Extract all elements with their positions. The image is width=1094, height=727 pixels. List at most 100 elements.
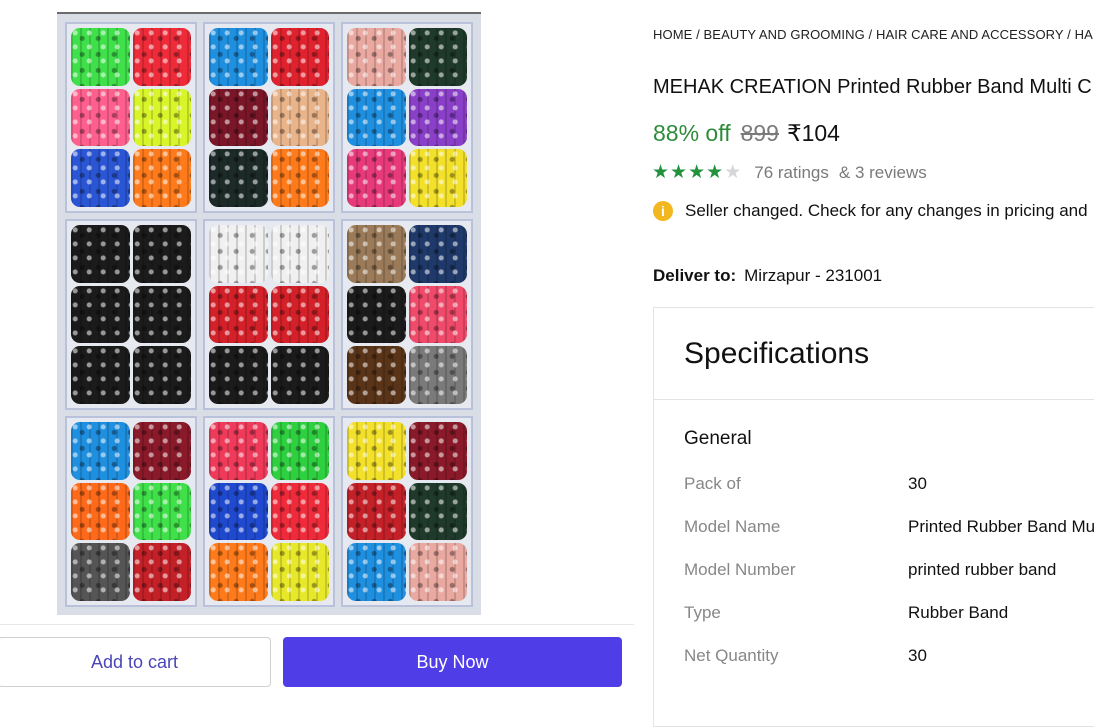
hair-band-bundle xyxy=(347,422,406,480)
spec-value: Rubber Band xyxy=(908,603,1009,622)
hair-band-bundle xyxy=(270,225,329,283)
hair-band-bundle xyxy=(132,346,191,404)
hair-band-bundle xyxy=(408,88,467,147)
hair-band-bundle xyxy=(270,422,329,480)
add-to-cart-button[interactable]: Add to cart xyxy=(0,637,271,687)
hair-band-bundle xyxy=(347,482,406,541)
hair-band-bundle xyxy=(71,285,130,344)
hair-band-bundle xyxy=(270,543,329,601)
hair-band-bundle xyxy=(209,225,268,283)
hair-band-bundle xyxy=(209,88,268,147)
hair-band-bundle xyxy=(408,482,467,541)
spec-key: Model Name xyxy=(684,517,781,536)
hair-band-bundle xyxy=(270,28,329,86)
hair-band-bundle xyxy=(347,543,406,601)
hair-band-bundle xyxy=(132,88,191,147)
hair-band-bundle xyxy=(270,285,329,344)
hair-band-bundle xyxy=(71,422,130,480)
hair-band-bundle xyxy=(209,28,268,86)
hair-band-bundle xyxy=(209,149,268,207)
notice-text: Seller changed. Check for any changes in… xyxy=(685,201,1088,220)
delivery-location[interactable]: Deliver to: Mirzapur - 231001 xyxy=(653,266,882,286)
hair-band-bundle xyxy=(132,422,191,480)
image-box xyxy=(65,219,197,410)
image-box xyxy=(341,22,473,213)
hair-band-bundle xyxy=(71,543,130,601)
hair-band-bundle xyxy=(408,346,467,404)
star-filled-icon: ★ xyxy=(670,162,689,183)
hair-band-bundle xyxy=(408,225,467,283)
hair-band-bundle xyxy=(71,149,130,207)
hair-band-bundle xyxy=(132,225,191,283)
selling-price: ₹104 xyxy=(786,120,840,146)
product-image-tray xyxy=(65,22,473,607)
hair-band-bundle xyxy=(71,482,130,541)
hair-band-bundle xyxy=(209,285,268,344)
star-filled-icon: ★ xyxy=(706,162,725,183)
buy-now-button[interactable]: Buy Now xyxy=(283,637,622,687)
deliver-pincode[interactable]: Mirzapur - 231001 xyxy=(744,266,882,285)
hair-band-bundle xyxy=(408,285,467,344)
hair-band-bundle xyxy=(270,346,329,404)
hair-band-bundle xyxy=(270,149,329,207)
image-box xyxy=(341,219,473,410)
rating-stars: ★★★★★ xyxy=(652,161,742,184)
hair-band-bundle xyxy=(71,346,130,404)
hair-band-bundle xyxy=(347,346,406,404)
breadcrumb[interactable]: HOME / BEAUTY AND GROOMING / HAIR CARE A… xyxy=(653,27,1094,42)
spec-value: 30 xyxy=(908,646,927,665)
seller-changed-notice: i Seller changed. Check for any changes … xyxy=(653,201,1088,221)
hair-band-bundle xyxy=(209,543,268,601)
product-image[interactable] xyxy=(57,12,481,615)
spec-key: Pack of xyxy=(684,474,741,493)
hair-band-bundle xyxy=(408,28,467,86)
hair-band-bundle xyxy=(347,285,406,344)
hair-band-bundle xyxy=(209,346,268,404)
hair-band-bundle xyxy=(132,149,191,207)
hair-band-bundle xyxy=(132,285,191,344)
spec-section-general: General xyxy=(684,428,752,449)
spec-key: Model Number xyxy=(684,560,796,579)
mrp-price: 899 xyxy=(740,120,779,146)
hair-band-bundle xyxy=(209,422,268,480)
star-empty-icon: ★ xyxy=(724,162,743,183)
hair-band-bundle xyxy=(132,28,191,86)
hair-band-bundle xyxy=(408,543,467,601)
product-title: MEHAK CREATION Printed Rubber Band Multi… xyxy=(653,76,1092,98)
star-filled-icon: ★ xyxy=(652,162,671,183)
spec-key: Net Quantity xyxy=(684,646,779,665)
hair-band-bundle xyxy=(347,149,406,207)
action-bar: Add to cart Buy Now xyxy=(0,624,634,712)
spec-value: Printed Rubber Band Mu xyxy=(908,517,1094,536)
image-box xyxy=(203,416,335,607)
hair-band-bundle xyxy=(132,543,191,601)
hair-band-bundle xyxy=(209,482,268,541)
hair-band-bundle xyxy=(71,88,130,147)
price-row: 88% off 899 ₹104 xyxy=(653,120,840,147)
specifications-title: Specifications xyxy=(654,308,1094,400)
image-box xyxy=(65,416,197,607)
image-box xyxy=(203,219,335,410)
hair-band-bundle xyxy=(408,422,467,480)
ratings-count[interactable]: 76 ratings xyxy=(754,163,829,183)
image-box xyxy=(341,416,473,607)
spec-value: printed rubber band xyxy=(908,560,1057,579)
hair-band-bundle xyxy=(347,225,406,283)
image-box xyxy=(65,22,197,213)
hair-band-bundle xyxy=(347,88,406,147)
discount-label: 88% off xyxy=(653,120,731,146)
deliver-label: Deliver to: xyxy=(653,266,737,285)
star-filled-icon: ★ xyxy=(688,162,707,183)
hair-band-bundle xyxy=(408,149,467,207)
hair-band-bundle xyxy=(132,482,191,541)
spec-value: 30 xyxy=(908,474,927,493)
reviews-count[interactable]: & 3 reviews xyxy=(839,163,927,183)
info-icon: i xyxy=(653,201,673,221)
hair-band-bundle xyxy=(71,225,130,283)
rating-row[interactable]: ★★★★★ 76 ratings & 3 reviews xyxy=(652,161,927,184)
specifications-card: Specifications General Pack of 30 Model … xyxy=(653,307,1094,727)
spec-key: Type xyxy=(684,603,721,622)
hair-band-bundle xyxy=(270,482,329,541)
hair-band-bundle xyxy=(71,28,130,86)
hair-band-bundle xyxy=(270,88,329,147)
